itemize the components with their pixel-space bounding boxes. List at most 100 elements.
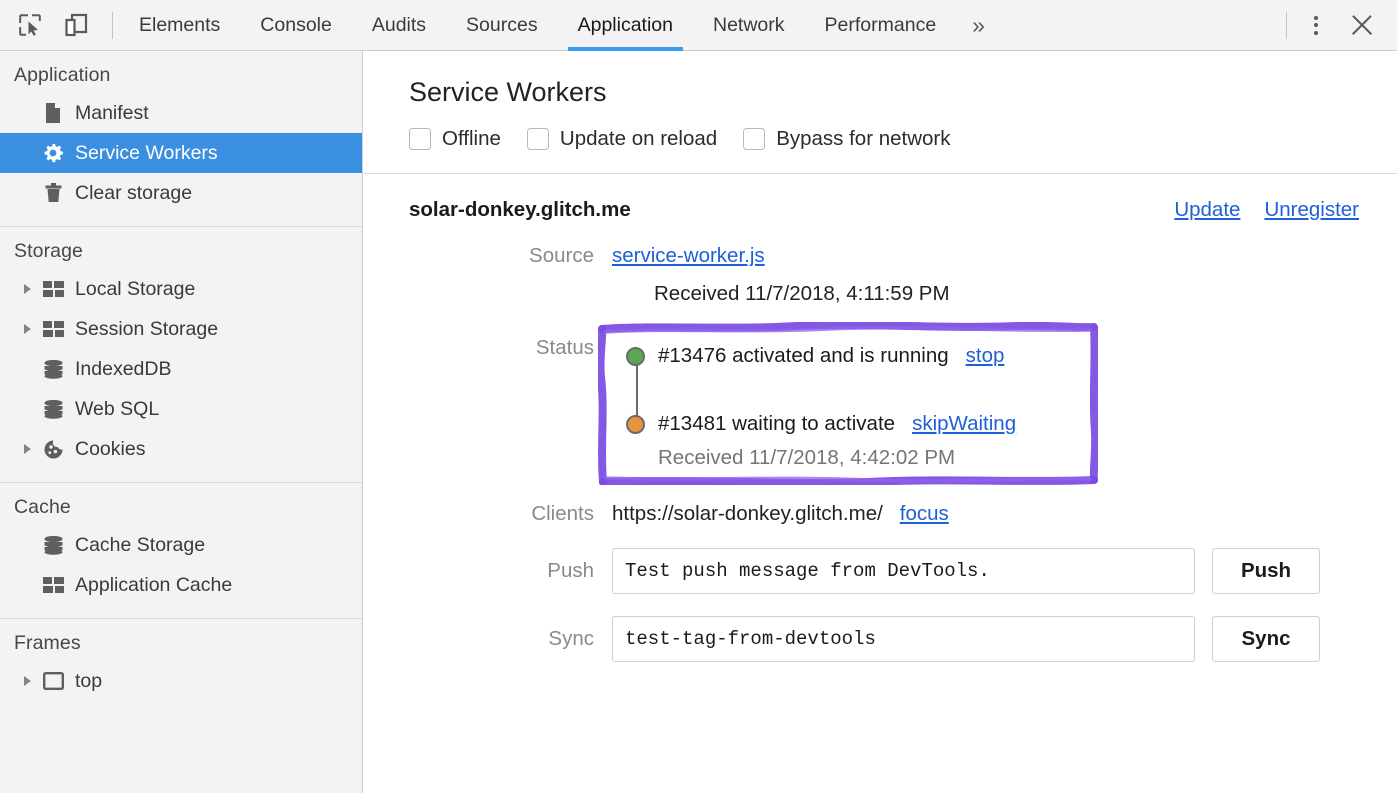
sidebar-item-local-storage-wrap: Local Storage <box>0 269 362 309</box>
kebab-menu-icon[interactable] <box>1301 10 1331 40</box>
source-received-text: Received 11/7/2018, 4:11:59 PM <box>364 282 1397 306</box>
sidebar-item-label: Manifest <box>75 102 149 125</box>
application-sidebar: Application Manifest Service Workers <box>0 51 363 793</box>
panel-tab-strip: Elements Console Audits Sources Applicat… <box>119 0 1001 51</box>
sync-row: Sync Sync <box>364 616 1397 662</box>
table-icon <box>42 318 64 340</box>
status-versions: #13476 activated and is running stop #13… <box>612 322 1114 482</box>
push-label: Push <box>364 559 612 583</box>
sidebar-item-web-sql-wrap: Web SQL <box>0 389 362 429</box>
sidebar-item-manifest[interactable]: Manifest <box>0 93 362 133</box>
frame-icon <box>42 670 64 692</box>
sidebar-item-clear-storage[interactable]: Clear storage <box>0 173 362 213</box>
sidebar-item-label: Session Storage <box>75 318 218 341</box>
devtools-toolbar: Elements Console Audits Sources Applicat… <box>0 0 1397 51</box>
service-worker-options-row: Offline Update on reload Bypass for netw… <box>364 108 1397 151</box>
sidebar-section-title: Frames <box>0 632 362 661</box>
stop-link[interactable]: stop <box>966 344 1005 368</box>
expand-arrow-icon[interactable] <box>24 284 31 294</box>
close-icon[interactable] <box>1345 8 1379 42</box>
status-label: Status <box>364 322 612 482</box>
version-received-text: Received 11/7/2018, 4:42:02 PM <box>658 446 1092 470</box>
registration-header: solar-donkey.glitch.me Update Unregister <box>364 174 1397 222</box>
sidebar-item-label: IndexedDB <box>75 358 171 381</box>
sync-button[interactable]: Sync <box>1212 616 1320 662</box>
tab-elements[interactable]: Elements <box>119 0 240 51</box>
sidebar-section-title: Storage <box>0 240 362 269</box>
tab-performance[interactable]: Performance <box>805 0 957 51</box>
checkbox-bypass-for-network[interactable]: Bypass for network <box>743 127 950 151</box>
checkbox-offline[interactable]: Offline <box>409 127 501 151</box>
unregister-link[interactable]: Unregister <box>1264 198 1359 222</box>
sidebar-item-indexeddb-wrap: IndexedDB <box>0 349 362 389</box>
tab-sources[interactable]: Sources <box>446 0 558 51</box>
checkbox-box[interactable] <box>527 128 549 150</box>
focus-link[interactable]: focus <box>900 502 949 526</box>
sidebar-item-label: Local Storage <box>75 278 195 301</box>
tab-label: Network <box>713 14 785 37</box>
sidebar-item-service-workers[interactable]: Service Workers <box>0 133 362 173</box>
sidebar-section-title: Cache <box>0 496 362 525</box>
version-row-activated: #13476 activated and is running stop <box>612 336 1092 376</box>
tab-label: Elements <box>139 14 220 37</box>
sidebar-item-label: top <box>75 670 102 693</box>
sidebar-item-label: Clear storage <box>75 182 192 205</box>
checkbox-update-on-reload[interactable]: Update on reload <box>527 127 717 151</box>
sidebar-item-cache-storage[interactable]: Cache Storage <box>0 525 362 565</box>
device-toolbar-icon[interactable] <box>63 12 89 38</box>
more-tabs-icon[interactable]: » <box>956 0 1001 51</box>
sidebar-item-local-storage[interactable]: Local Storage <box>0 269 362 309</box>
database-icon <box>42 358 64 380</box>
tab-audits[interactable]: Audits <box>352 0 446 51</box>
sidebar-item-application-cache[interactable]: Application Cache <box>0 565 362 605</box>
sidebar-item-label: Cookies <box>75 438 145 461</box>
skip-waiting-link[interactable]: skipWaiting <box>912 412 1016 436</box>
tab-console[interactable]: Console <box>240 0 352 51</box>
source-file-link[interactable]: service-worker.js <box>612 244 765 268</box>
sidebar-item-cookies[interactable]: Cookies <box>0 429 362 469</box>
version-status-text: #13476 activated and is running <box>658 344 949 368</box>
sidebar-item-label: Web SQL <box>75 398 159 421</box>
tab-application[interactable]: Application <box>558 0 693 51</box>
checkbox-box[interactable] <box>409 128 431 150</box>
sidebar-item-web-sql[interactable]: Web SQL <box>0 389 362 429</box>
status-dot-waiting <box>626 415 645 434</box>
expand-arrow-icon[interactable] <box>24 324 31 334</box>
push-input[interactable] <box>612 548 1195 594</box>
registration-origin: solar-donkey.glitch.me <box>409 198 631 222</box>
version-status-text: #13481 waiting to activate <box>658 412 895 436</box>
update-link[interactable]: Update <box>1174 198 1240 222</box>
toolbar-right-group <box>1286 0 1397 51</box>
cookie-icon <box>42 438 64 460</box>
sidebar-section-storage: Storage Local Storage Session Storage <box>0 227 362 483</box>
sidebar-item-top[interactable]: top <box>0 661 362 701</box>
sync-input[interactable] <box>612 616 1195 662</box>
status-row: Status #13476 activated and is running s… <box>364 322 1397 482</box>
sidebar-item-session-storage-wrap: Session Storage <box>0 309 362 349</box>
expand-arrow-icon[interactable] <box>24 676 31 686</box>
sidebar-item-indexeddb[interactable]: IndexedDB <box>0 349 362 389</box>
push-row: Push Push <box>364 548 1397 594</box>
sidebar-item-application-cache-wrap: Application Cache <box>0 565 362 605</box>
checkbox-label: Bypass for network <box>776 127 950 151</box>
clients-row: Clients https://solar-donkey.glitch.me/ … <box>364 502 1397 526</box>
sidebar-section-frames: Frames top <box>0 619 362 714</box>
client-url: https://solar-donkey.glitch.me/ <box>612 502 883 526</box>
checkbox-box[interactable] <box>743 128 765 150</box>
sidebar-item-top-wrap: top <box>0 661 362 701</box>
trash-icon <box>42 182 64 204</box>
source-row: Source service-worker.js <box>364 244 1397 268</box>
inspect-element-icon[interactable] <box>17 12 43 38</box>
sidebar-item-session-storage[interactable]: Session Storage <box>0 309 362 349</box>
expand-arrow-icon[interactable] <box>24 444 31 454</box>
sidebar-section-application: Application Manifest Service Workers <box>0 51 362 227</box>
database-icon <box>42 534 64 556</box>
tab-label: Performance <box>825 14 937 37</box>
tab-network[interactable]: Network <box>693 0 805 51</box>
table-icon <box>42 574 64 596</box>
sidebar-item-label: Application Cache <box>75 574 232 597</box>
gear-icon <box>42 142 64 164</box>
push-button[interactable]: Push <box>1212 548 1320 594</box>
checkbox-label: Offline <box>442 127 501 151</box>
sidebar-item-label: Cache Storage <box>75 534 205 557</box>
